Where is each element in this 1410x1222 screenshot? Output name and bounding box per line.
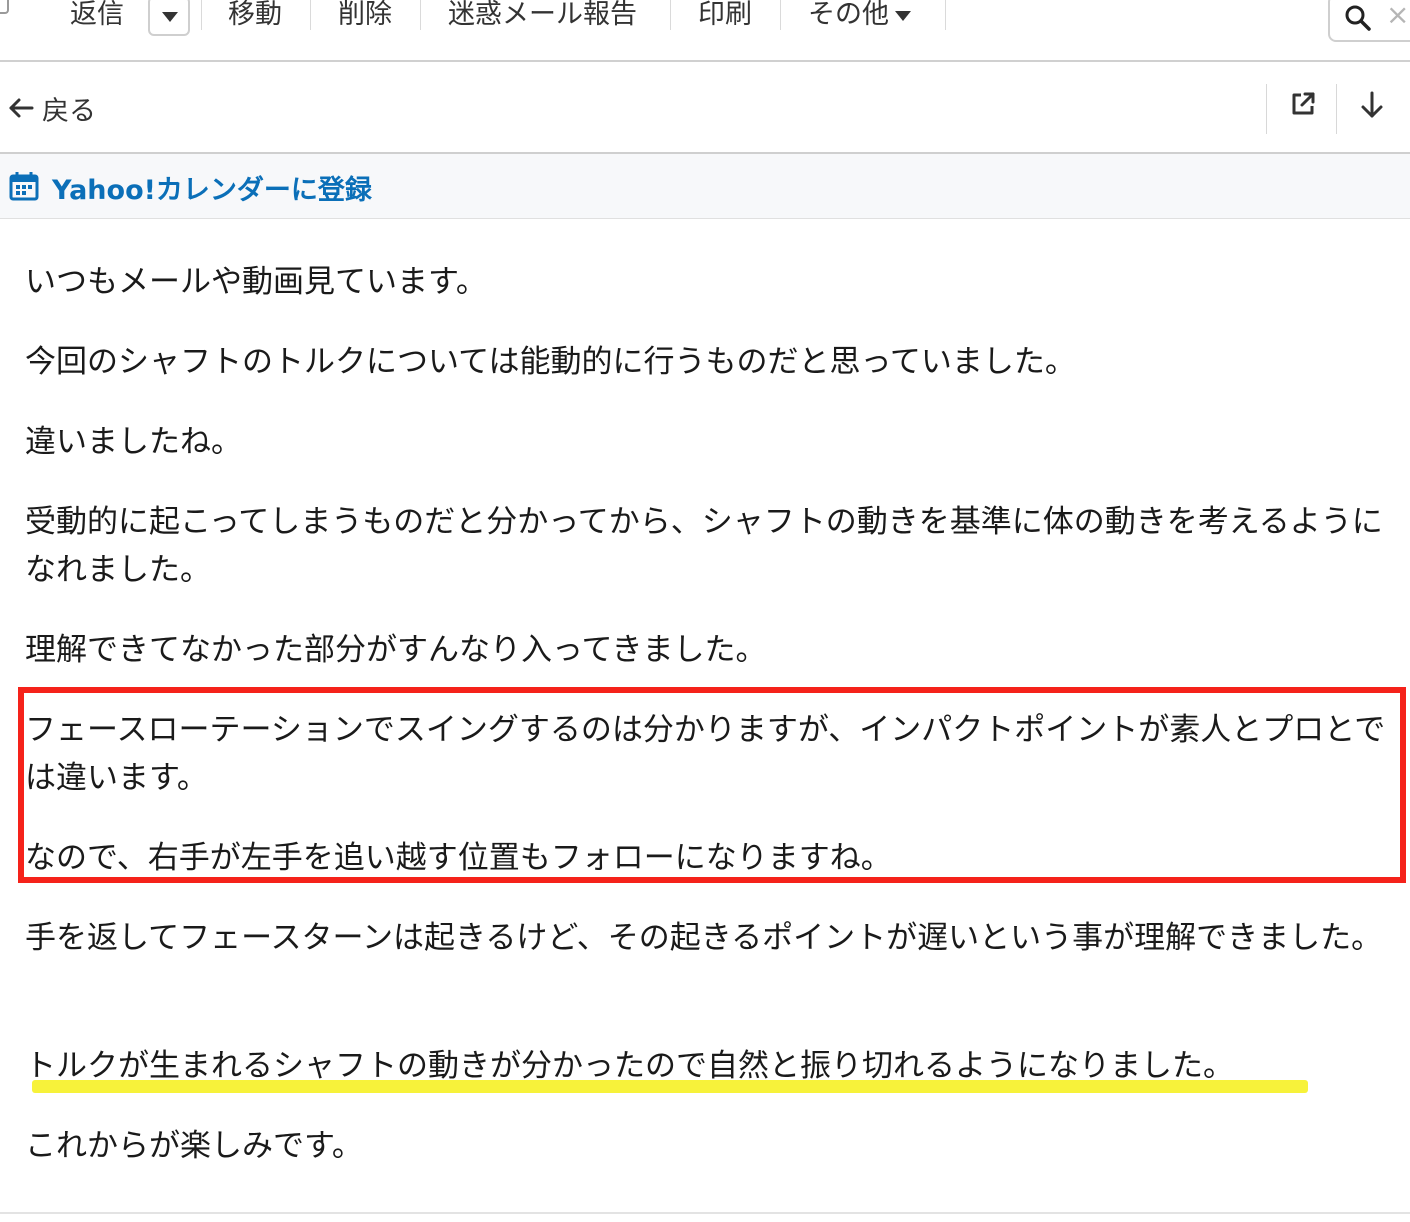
message-paragraph: いつもメールや動画見ています。 [25,264,487,300]
message-paragraph: これからが楽しみです。 [25,1128,363,1164]
highlight-box [18,687,1406,883]
chevron-down-icon [162,12,178,22]
search-input[interactable]: × [1328,0,1410,42]
report-spam-button[interactable]: 迷惑メール報告 [448,0,637,32]
open-in-new-window-icon[interactable] [1289,90,1317,118]
more-button[interactable]: その他 [808,0,911,32]
highlighter-underline [32,1080,1308,1093]
calendar-icon[interactable] [9,171,39,201]
back-label: 戻る [42,95,96,127]
close-icon[interactable]: × [1386,0,1409,31]
toolbar-divider [310,0,311,30]
reply-button[interactable]: 返信 [70,0,124,32]
calendar-bar: Yahoo!カレンダーに登録 [0,154,1410,219]
reply-dropdown-button[interactable] [148,0,190,36]
arrow-down-icon[interactable] [1359,90,1385,120]
divider [0,1212,1410,1214]
arrow-left-icon [9,98,34,118]
nav-divider [1266,84,1267,134]
toolbar-edge [0,0,9,14]
nav-divider [1336,84,1337,134]
chevron-down-icon [895,10,911,21]
message-paragraph: 受動的に起こってしまうものだと分かってから、シャフトの動きを基準に体の動きを考え… [25,504,1383,588]
print-button[interactable]: 印刷 [698,0,752,32]
toolbar-divider [420,0,421,30]
toolbar: 返信 移動 削除 迷惑メール報告 印刷 その他 × [0,0,1410,62]
move-button[interactable]: 移動 [228,0,282,32]
more-label: その他 [808,0,889,30]
toolbar-divider [201,0,202,30]
message-paragraph: 手を返してフェースターンは起きるけど、その起きるポイントが遅いという事が理解でき… [25,920,1383,956]
delete-button[interactable]: 削除 [338,0,392,32]
toolbar-divider [780,0,781,30]
toolbar-divider [945,0,946,30]
message-paragraph: 違いましたね。 [25,424,242,460]
message-nav-bar: 戻る [0,62,1410,154]
back-button[interactable]: 戻る [8,88,96,128]
add-to-calendar-link[interactable]: Yahoo!カレンダーに登録 [52,168,372,207]
search-icon[interactable] [1344,4,1372,32]
message-paragraph: 理解できてなかった部分がすんなり入ってきました。 [25,632,767,668]
message-paragraph: 今回のシャフトのトルクについては能動的に行うものだと思っていました。 [25,344,1076,380]
toolbar-divider [670,0,671,30]
